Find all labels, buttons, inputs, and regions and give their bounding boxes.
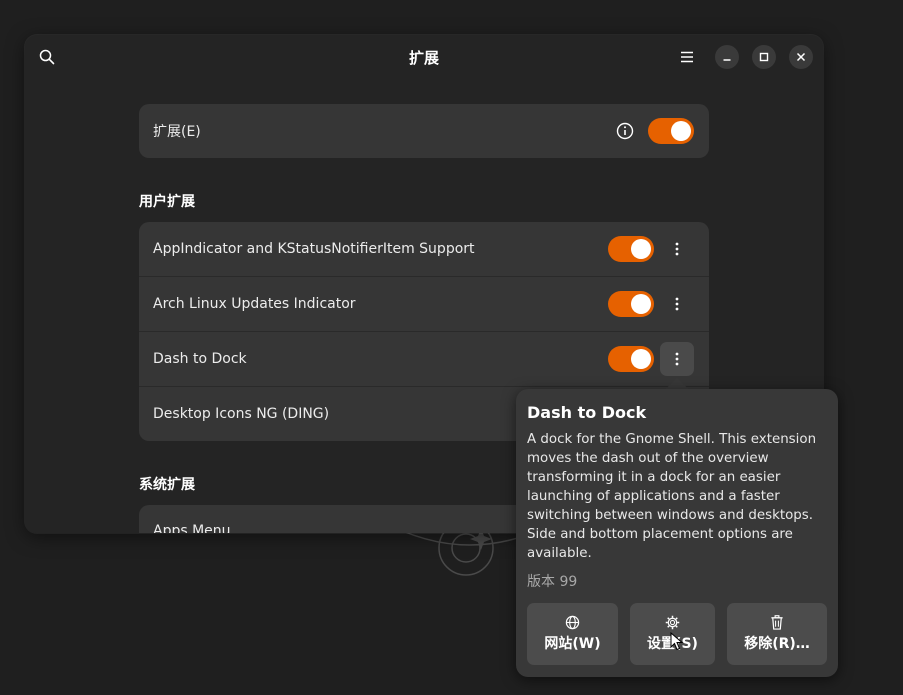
- switch-knob: [631, 294, 651, 314]
- list-item: AppIndicator and KStatusNotifierItem Sup…: [139, 222, 709, 276]
- list-item: Arch Linux Updates Indicator: [139, 276, 709, 331]
- user-extensions-heading: 用户扩展: [139, 194, 195, 210]
- switch-knob: [631, 349, 651, 369]
- extension-switch[interactable]: [608, 291, 654, 317]
- close-button[interactable]: [789, 45, 813, 69]
- extension-name: Apps Menu: [153, 523, 231, 533]
- extension-more-button[interactable]: [660, 232, 694, 266]
- kebab-menu-icon: [675, 297, 679, 311]
- extension-more-button[interactable]: [660, 287, 694, 321]
- list-item: Dash to Dock: [139, 331, 709, 386]
- extension-switch[interactable]: [608, 346, 654, 372]
- extension-name: Dash to Dock: [153, 351, 247, 367]
- maximize-icon: [759, 52, 769, 62]
- switch-knob: [631, 239, 651, 259]
- switch-knob: [671, 121, 691, 141]
- extensions-toggle-label: 扩展(E): [153, 124, 201, 140]
- extensions-toggle-row: 扩展(E): [139, 104, 709, 158]
- system-extensions-heading: 系统扩展: [139, 477, 195, 493]
- website-button[interactable]: 网站(W): [527, 603, 618, 665]
- extension-more-button[interactable]: [660, 342, 694, 376]
- minimize-icon: [723, 59, 731, 61]
- info-icon[interactable]: [616, 122, 634, 140]
- window-title: 扩展: [408, 49, 439, 67]
- globe-icon: [565, 615, 580, 630]
- extensions-toggle-card: 扩展(E): [139, 104, 709, 158]
- mouse-cursor-icon: [670, 632, 684, 651]
- popover-description: A dock for the Gnome Shell. This extensi…: [527, 432, 817, 561]
- trash-icon: [771, 615, 783, 630]
- extensions-master-switch[interactable]: [648, 118, 694, 144]
- maximize-button[interactable]: [752, 45, 776, 69]
- minimize-button[interactable]: [715, 45, 739, 69]
- extension-name: Desktop Icons NG (DING): [153, 406, 330, 422]
- kebab-menu-icon: [675, 242, 679, 256]
- remove-button-label: 移除(R)…: [744, 636, 810, 652]
- extension-name: AppIndicator and KStatusNotifierItem Sup…: [153, 241, 475, 257]
- close-icon: [796, 52, 806, 62]
- popover-version: 版本 99: [527, 574, 578, 590]
- main-menu-button[interactable]: [675, 45, 699, 69]
- extension-switch[interactable]: [608, 236, 654, 262]
- hamburger-menu-icon: [681, 51, 693, 63]
- website-button-label: 网站(W): [544, 636, 601, 652]
- popover-title: Dash to Dock: [527, 403, 647, 422]
- remove-button[interactable]: 移除(R)…: [727, 603, 827, 665]
- kebab-menu-icon: [675, 352, 679, 366]
- extension-name: Arch Linux Updates Indicator: [153, 296, 356, 312]
- header-bar: 扩展: [25, 35, 823, 81]
- gear-icon: [665, 615, 680, 630]
